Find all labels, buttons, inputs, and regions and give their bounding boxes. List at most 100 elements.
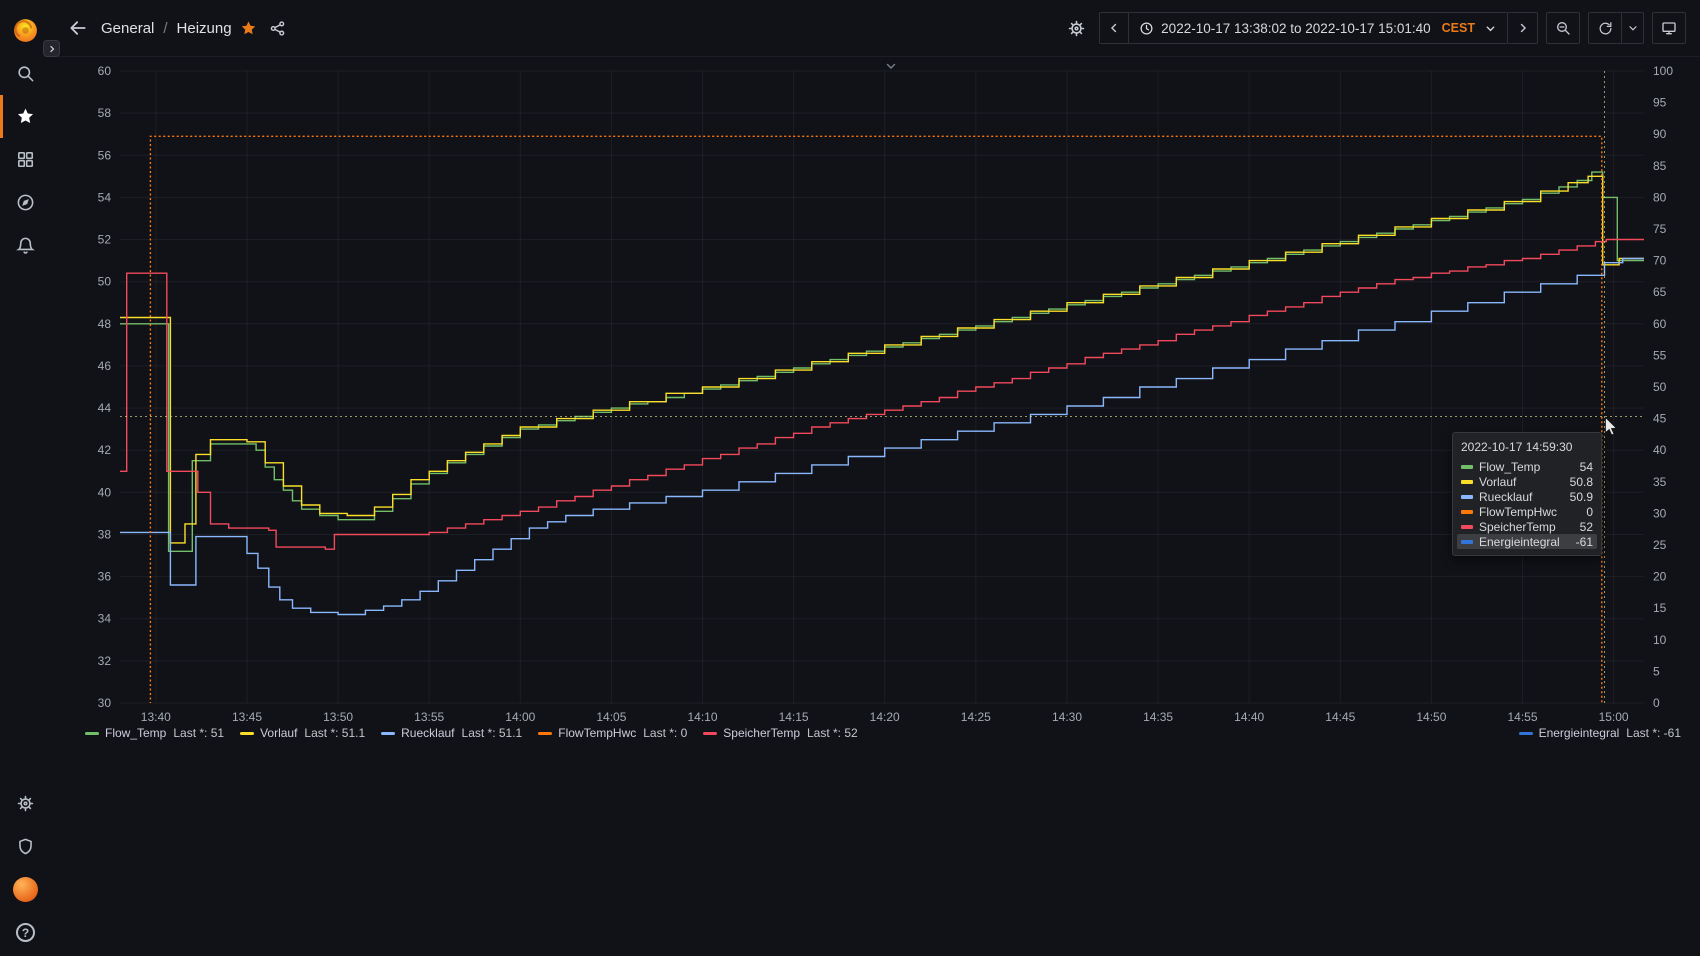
- breadcrumb-folder[interactable]: General: [101, 20, 154, 37]
- legend-item-Energieintegral[interactable]: Energieintegral Last *: -61: [1519, 726, 1681, 740]
- legend-series-stat: Last *: -61: [1626, 726, 1681, 740]
- svg-text:65: 65: [1653, 285, 1667, 299]
- sidebar-item-search[interactable]: [0, 52, 51, 95]
- legend-item-FlowTempHwc[interactable]: FlowTempHwc Last *: 0: [538, 726, 687, 740]
- sidebar-item-alerting[interactable]: [0, 224, 51, 267]
- svg-text:100: 100: [1653, 64, 1673, 78]
- legend-swatch-icon: [1519, 732, 1533, 735]
- time-range-picker-button[interactable]: 2022-10-17 13:38:02 to 2022-10-17 15:01:…: [1129, 12, 1508, 44]
- svg-text:42: 42: [98, 443, 112, 457]
- svg-text:48: 48: [98, 317, 112, 331]
- legend-series-stat: Last *: 52: [807, 726, 858, 740]
- svg-text:13:50: 13:50: [323, 710, 353, 724]
- share-button[interactable]: [269, 20, 286, 37]
- tooltip-series-name: SpeicherTemp: [1479, 520, 1570, 534]
- svg-text:40: 40: [1653, 443, 1667, 457]
- tooltip-timestamp: 2022-10-17 14:59:30: [1461, 440, 1593, 454]
- zoom-out-button[interactable]: [1546, 12, 1580, 44]
- time-shift-forward-button[interactable]: [1508, 12, 1538, 44]
- tooltip-rows: Flow_Temp54Vorlauf50.8Ruecklauf50.9FlowT…: [1461, 459, 1593, 549]
- legend-series-stat: Last *: 51.1: [462, 726, 523, 740]
- legend-swatch-icon: [538, 732, 552, 735]
- time-shift-back-button[interactable]: [1099, 12, 1129, 44]
- tooltip-swatch-icon: [1461, 465, 1473, 469]
- svg-text:35: 35: [1653, 475, 1667, 489]
- svg-text:14:50: 14:50: [1416, 710, 1446, 724]
- legend-item-Flow_Temp[interactable]: Flow_TempLast *: 51: [85, 726, 224, 740]
- back-button[interactable]: [63, 13, 93, 43]
- svg-text:50: 50: [98, 275, 112, 289]
- svg-text:54: 54: [98, 190, 112, 204]
- svg-text:14:40: 14:40: [1234, 710, 1264, 724]
- tooltip-row-Flow_Temp: Flow_Temp54: [1457, 459, 1597, 474]
- legend-item-Ruecklauf[interactable]: RuecklaufLast *: 51.1: [381, 726, 522, 740]
- svg-text:44: 44: [98, 401, 112, 415]
- legend-series-name: Vorlauf: [260, 726, 297, 740]
- legend-series-name: Energieintegral: [1539, 726, 1620, 740]
- svg-text:36: 36: [98, 570, 112, 584]
- refresh-group: [1588, 12, 1644, 44]
- sidebar-item-profile[interactable]: [0, 868, 51, 911]
- magnifier-minus-icon: [1555, 20, 1571, 36]
- tooltip: 2022-10-17 14:59:30 Flow_Temp54Vorlauf50…: [1452, 432, 1602, 556]
- legend-series-stat: Last *: 0: [643, 726, 687, 740]
- kiosk-mode-button[interactable]: [1652, 12, 1686, 44]
- time-series-chart[interactable]: 3032343638404244464850525456586005101520…: [51, 57, 1700, 757]
- legend-series-name: SpeicherTemp: [723, 726, 800, 740]
- sidebar: ?: [0, 0, 51, 956]
- svg-text:14:25: 14:25: [961, 710, 991, 724]
- svg-text:13:55: 13:55: [414, 710, 444, 724]
- favorite-star-button[interactable]: [240, 20, 257, 37]
- gear-icon: [16, 794, 35, 813]
- refresh-interval-dropdown[interactable]: [1622, 12, 1644, 44]
- tooltip-series-name: FlowTempHwc: [1479, 505, 1576, 519]
- tooltip-swatch-icon: [1461, 525, 1473, 529]
- header-toolbar: 2022-10-17 13:38:02 to 2022-10-17 15:01:…: [1061, 12, 1686, 44]
- series-line-Vorlauf: [120, 176, 1644, 543]
- sidebar-item-explore[interactable]: [0, 181, 51, 224]
- arrow-left-icon: [68, 18, 88, 38]
- sidebar-item-server-admin[interactable]: [0, 825, 51, 868]
- tooltip-swatch-icon: [1461, 540, 1473, 544]
- chart-legend: Flow_TempLast *: 51VorlaufLast *: 51.1Ru…: [85, 726, 1681, 740]
- refresh-button[interactable]: [1588, 12, 1622, 44]
- legend-series-name: FlowTempHwc: [558, 726, 636, 740]
- sidebar-item-configuration[interactable]: [0, 782, 51, 825]
- legend-item-Vorlauf[interactable]: VorlaufLast *: 51.1: [240, 726, 365, 740]
- svg-text:56: 56: [98, 148, 112, 162]
- chart-grid: [120, 71, 1644, 703]
- svg-text:14:10: 14:10: [687, 710, 717, 724]
- panel-menu-caret[interactable]: [884, 59, 898, 73]
- breadcrumb-title[interactable]: Heizung: [177, 20, 232, 37]
- svg-text:95: 95: [1653, 96, 1667, 110]
- tooltip-row-SpeicherTemp: SpeicherTemp 52: [1457, 519, 1597, 534]
- chevron-left-icon: [1107, 21, 1121, 35]
- chart-axes: 3032343638404244464850525456586005101520…: [98, 64, 1674, 724]
- sidebar-item-dashboards[interactable]: [0, 138, 51, 181]
- series-line-Flow_Temp: [120, 172, 1644, 551]
- sidebar-expand-button[interactable]: [43, 40, 60, 57]
- tooltip-series-value: 54: [1580, 460, 1593, 474]
- time-range-text: 2022-10-17 13:38:02 to 2022-10-17 15:01:…: [1161, 21, 1430, 36]
- dashboard-settings-button[interactable]: [1061, 13, 1091, 43]
- svg-text:85: 85: [1653, 159, 1667, 173]
- svg-text:14:35: 14:35: [1143, 710, 1173, 724]
- user-avatar: [13, 877, 38, 902]
- svg-text:75: 75: [1653, 222, 1667, 236]
- legend-item-SpeicherTemp[interactable]: SpeicherTemp Last *: 52: [703, 726, 857, 740]
- tooltip-swatch-icon: [1461, 480, 1473, 484]
- star-icon: [16, 107, 35, 126]
- svg-text:55: 55: [1653, 348, 1667, 362]
- tooltip-row-Vorlauf: Vorlauf50.8: [1457, 474, 1597, 489]
- chevron-down-icon: [1484, 22, 1497, 35]
- sidebar-item-help[interactable]: ?: [0, 911, 51, 954]
- crosshair: [120, 71, 1644, 703]
- svg-text:45: 45: [1653, 412, 1667, 426]
- tooltip-row-Energieintegral: Energieintegral-61: [1457, 534, 1597, 549]
- sidebar-item-starred[interactable]: [0, 95, 51, 138]
- breadcrumb-separator: /: [163, 20, 167, 37]
- tooltip-series-value: 52: [1580, 520, 1593, 534]
- grafana-logo-icon: [12, 17, 39, 44]
- shield-icon: [16, 837, 35, 856]
- breadcrumb: General / Heizung: [101, 20, 286, 37]
